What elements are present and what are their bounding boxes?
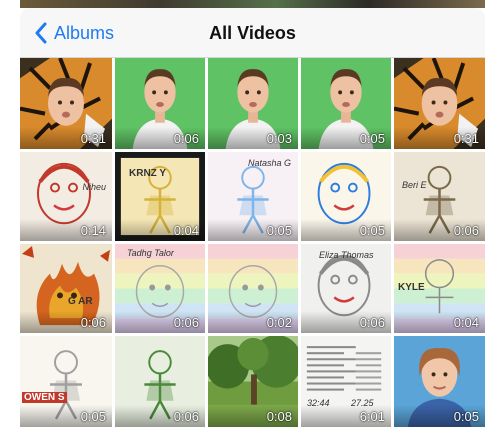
video-duration: 0:06: [173, 315, 199, 330]
video-thumbnail[interactable]: OWEN S 0:05: [20, 336, 112, 427]
video-duration: 0:08: [266, 409, 292, 424]
video-duration: 6:01: [359, 409, 385, 424]
background-photo-strip: [20, 0, 485, 8]
video-thumbnail[interactable]: Beri E 0:06: [394, 152, 485, 241]
artwork-name-label: Beri E: [402, 180, 427, 190]
artwork-name-label: Tadhg Talor: [127, 248, 174, 258]
video-thumbnail[interactable]: 0:02: [208, 244, 298, 333]
video-thumbnail[interactable]: 0:06: [115, 58, 205, 149]
video-thumbnail[interactable]: 0:08: [208, 336, 298, 427]
video-duration: 0:05: [359, 131, 385, 146]
video-thumbnail[interactable]: 0:05: [301, 58, 391, 149]
artwork-name-label: OWEN S: [22, 392, 67, 403]
video-duration: 0:05: [359, 223, 385, 238]
video-thumbnail[interactable]: KRNZ Y 0:04: [115, 152, 205, 241]
video-duration: 0:04: [173, 223, 199, 238]
video-duration: 0:03: [266, 131, 292, 146]
video-thumbnail[interactable]: Tadhg Talor 0:06: [115, 244, 205, 333]
video-duration: 0:05: [266, 223, 292, 238]
video-duration: 0:04: [453, 315, 479, 330]
navigation-bar: Albums All Videos: [20, 8, 485, 58]
video-duration: 0:02: [266, 315, 292, 330]
artwork-name-label: Natasha G: [248, 158, 292, 168]
video-duration: 0:05: [453, 409, 479, 424]
video-duration: 0:31: [80, 131, 106, 146]
video-thumbnail[interactable]: 0:05: [301, 152, 391, 241]
video-thumbnail[interactable]: KYLE 0:04: [394, 244, 485, 333]
video-thumbnail[interactable]: Eliza Thomas 0:06: [301, 244, 391, 333]
app-window: Albums All Videos 0:31 0:06 0:03 0:05 0:…: [0, 0, 485, 438]
video-duration: 0:05: [80, 409, 106, 424]
chevron-left-icon: [35, 22, 47, 44]
video-duration: 0:06: [453, 223, 479, 238]
video-thumbnail[interactable]: 0:31: [20, 58, 112, 149]
video-duration: 0:06: [173, 131, 199, 146]
video-duration: 0:06: [173, 409, 199, 424]
back-button-label: Albums: [54, 22, 115, 43]
video-thumbnail[interactable]: 0:03: [208, 58, 298, 149]
artwork-name-label: Eliza Thomas: [319, 250, 374, 260]
back-button[interactable]: Albums: [34, 8, 114, 58]
artwork-name-label: KYLE: [398, 282, 425, 293]
video-thumbnail[interactable]: 32:44 27.25 6:01: [301, 336, 391, 427]
artwork-name-label: KRNZ Y: [129, 168, 167, 179]
video-duration: 0:06: [359, 315, 385, 330]
artwork-name-label: Niheu: [82, 182, 106, 192]
video-thumbnail[interactable]: 0:31: [394, 58, 485, 149]
video-duration: 0:06: [80, 315, 106, 330]
background-margin: [0, 0, 20, 438]
video-thumbnail[interactable]: 0:06: [115, 336, 205, 427]
video-duration: 0:14: [80, 223, 106, 238]
artwork-name-label: G AR: [68, 296, 93, 307]
video-thumbnail[interactable]: G AR 0:06: [20, 244, 112, 333]
video-thumbnail[interactable]: Natasha G 0:05: [208, 152, 298, 241]
video-thumbnail[interactable]: 0:05: [394, 336, 485, 427]
video-grid: 0:31 0:06 0:03 0:05 0:31 Niheu 0:14 KRNZ…: [20, 58, 485, 438]
video-duration: 0:31: [453, 131, 479, 146]
video-thumbnail[interactable]: Niheu 0:14: [20, 152, 112, 241]
